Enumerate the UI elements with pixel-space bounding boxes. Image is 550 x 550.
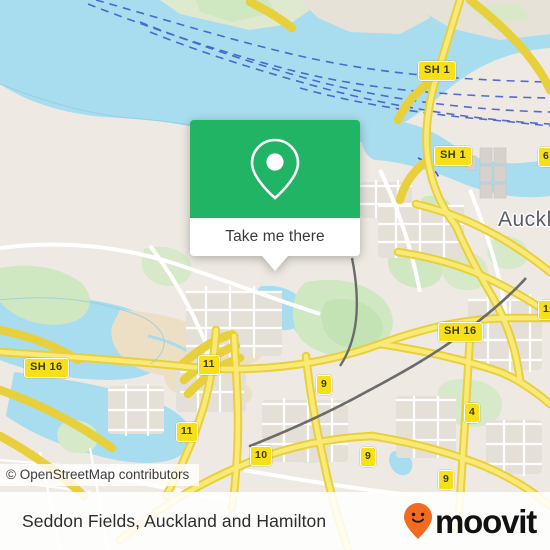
road-shield-10[interactable]: 10 [250, 446, 273, 466]
road-shield-9-upper[interactable]: 9 [316, 375, 333, 395]
moovit-smiley-pin-icon [404, 503, 433, 539]
map-pin-icon [250, 138, 300, 200]
location-popup[interactable]: Take me there [190, 120, 360, 271]
road-shield-12[interactable]: 12 [538, 300, 550, 320]
road-shield-11-upper[interactable]: 11 [198, 355, 220, 375]
popup-footer[interactable]: Take me there [190, 218, 360, 256]
road-shield-11-lower[interactable]: 11 [176, 422, 198, 442]
popup-header [190, 120, 360, 218]
moovit-wordmark: moovit [435, 502, 537, 540]
road-shield-9-middle[interactable]: 9 [360, 447, 377, 467]
osm-attribution[interactable]: © OpenStreetMap contributors [0, 464, 200, 486]
road-shield-9-lower[interactable]: 9 [438, 470, 455, 490]
road-shield-sh1-north[interactable]: SH 1 [418, 61, 457, 81]
road-shield-4[interactable]: 4 [464, 403, 481, 423]
road-shield-sh16-west[interactable]: SH 16 [24, 358, 69, 378]
place-title: Seddon Fields, Auckland and Hamilton [22, 510, 327, 531]
road-shield-6[interactable]: 6 [538, 147, 550, 167]
road-shield-sh1-city[interactable]: SH 1 [434, 146, 473, 166]
map-city-label: Auckl [498, 208, 550, 231]
footer-bar: Seddon Fields, Auckland and Hamilton moo… [0, 492, 550, 550]
road-shield-sh16-east[interactable]: SH 16 [438, 322, 483, 342]
popup-pointer [262, 256, 288, 271]
take-me-there-label: Take me there [225, 228, 325, 245]
map-screenshot: Auckl SH 1 SH 1 6 SH 16 SH 16 12 11 11 1… [0, 0, 550, 550]
moovit-brand[interactable]: moovit [403, 502, 537, 540]
